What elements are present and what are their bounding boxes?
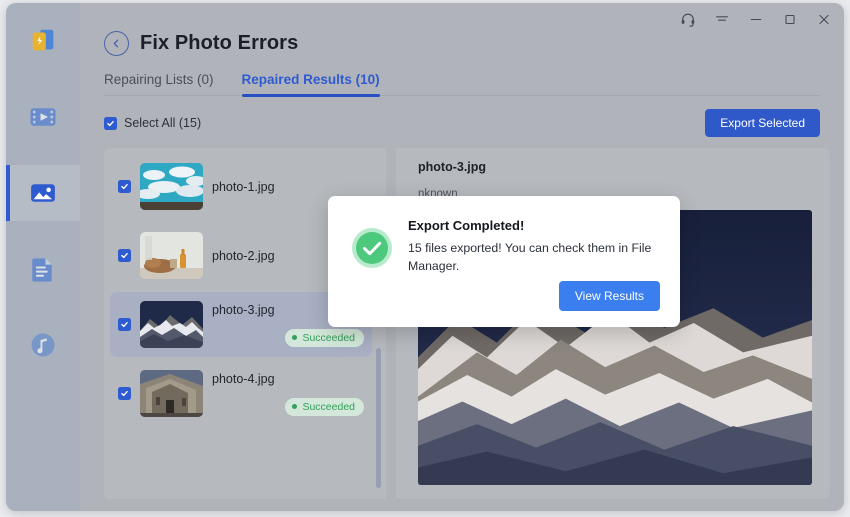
list-item[interactable]: photo-4.jpg Succeeded xyxy=(110,361,372,426)
sidebar-item-audio[interactable] xyxy=(6,317,80,373)
select-all-checkbox[interactable]: Select All (15) xyxy=(104,116,201,130)
item-checkbox[interactable] xyxy=(118,387,131,400)
maximize-icon[interactable] xyxy=(782,11,798,27)
app-logo xyxy=(20,17,66,63)
view-results-button[interactable]: View Results xyxy=(558,281,660,311)
tab-repairing-lists[interactable]: Repairing Lists (0) xyxy=(104,72,214,96)
close-icon[interactable] xyxy=(816,11,832,27)
status-dot-icon xyxy=(292,404,298,409)
tab-repaired-results[interactable]: Repaired Results (10) xyxy=(241,72,380,97)
image-icon xyxy=(28,178,58,208)
main-panel: Fix Photo Errors Repairing Lists (0) Rep… xyxy=(80,3,844,511)
list-scrollbar[interactable] xyxy=(376,348,381,488)
preview-filename: photo-3.jpg xyxy=(418,160,487,174)
sidebar-item-document[interactable] xyxy=(6,241,80,297)
sidebar-item-photo[interactable] xyxy=(6,165,80,221)
sidebar-item-video[interactable] xyxy=(6,89,80,145)
app-window: Fix Photo Errors Repairing Lists (0) Rep… xyxy=(6,3,844,511)
export-completed-dialog: Export Completed! 15 files exported! You… xyxy=(328,196,680,327)
success-check-icon xyxy=(350,218,394,311)
headset-icon[interactable] xyxy=(680,11,696,27)
tab-bar: Repairing Lists (0) Repaired Results (10… xyxy=(104,72,820,97)
dialog-title: Export Completed! xyxy=(408,218,525,233)
back-button[interactable] xyxy=(104,31,129,56)
status-dot-icon xyxy=(292,335,298,340)
thumbnail-mountain xyxy=(140,301,203,348)
item-filename: photo-1.jpg xyxy=(212,179,275,194)
document-icon xyxy=(28,254,58,284)
minimize-icon[interactable] xyxy=(748,11,764,27)
select-all-label: Select All (15) xyxy=(124,116,202,130)
thumbnail-clouds xyxy=(140,163,203,210)
item-checkbox[interactable] xyxy=(118,249,131,262)
menu-icon[interactable] xyxy=(714,11,730,27)
item-checkbox[interactable] xyxy=(118,180,131,193)
status-badge: Succeeded xyxy=(285,328,364,347)
export-selected-button[interactable]: Export Selected xyxy=(705,109,820,137)
status-badge: Succeeded xyxy=(285,397,364,416)
checkbox-icon xyxy=(104,116,117,130)
chevron-left-icon xyxy=(113,39,119,48)
thumbnail-building xyxy=(140,370,203,417)
page-title: Fix Photo Errors xyxy=(140,32,299,54)
window-controls xyxy=(680,11,832,27)
toolbar: Select All (15) Export Selected xyxy=(104,109,820,137)
sidebar xyxy=(6,3,80,511)
status-label: Succeeded xyxy=(302,331,355,344)
item-filename: photo-4.jpg xyxy=(212,371,275,386)
music-icon xyxy=(28,330,58,360)
video-icon xyxy=(28,102,58,132)
dialog-message: 15 files exported! You can check them in… xyxy=(408,241,652,273)
item-checkbox[interactable] xyxy=(118,318,131,331)
thumbnail-still-life xyxy=(140,232,203,279)
status-label: Succeeded xyxy=(302,400,355,413)
